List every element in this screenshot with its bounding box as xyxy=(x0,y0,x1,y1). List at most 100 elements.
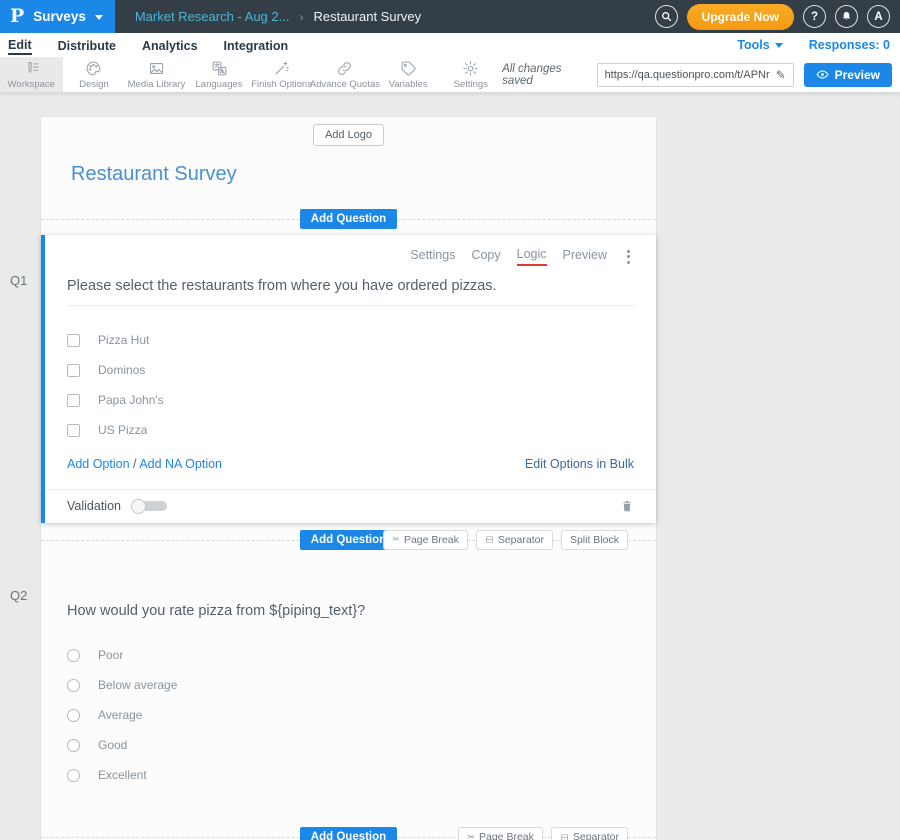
block-actions: ✂ Page Break Separator xyxy=(458,827,628,840)
toolbar-item-label: Languages xyxy=(196,79,243,90)
edit-url-icon[interactable]: ✎ xyxy=(774,68,793,82)
breadcrumb-separator-icon: › xyxy=(299,10,303,24)
survey-title[interactable]: Restaurant Survey xyxy=(71,163,656,186)
survey-nav: Edit Distribute Analytics Integration To… xyxy=(0,33,900,57)
topbar-actions: Upgrade Now ? A xyxy=(655,0,900,33)
answer-option-label[interactable]: Good xyxy=(98,738,127,752)
answer-option[interactable]: US Pizza xyxy=(67,415,634,445)
checkbox[interactable] xyxy=(67,394,80,407)
toolbar-item-workspace[interactable]: Workspace xyxy=(0,57,63,92)
answer-option[interactable]: Good xyxy=(67,730,630,760)
answer-option[interactable]: Below average xyxy=(67,670,630,700)
question-text-q2[interactable]: How would you rate pizza from ${piping_t… xyxy=(67,603,630,619)
question-copy-link[interactable]: Copy xyxy=(471,248,500,265)
toolbar-right: All changes saved ✎ Preview xyxy=(502,57,900,92)
checkbox[interactable] xyxy=(67,424,80,437)
survey-card: Add Logo Restaurant Survey Add Question … xyxy=(40,116,657,840)
question-footer: Validation xyxy=(45,489,656,523)
add-option-link[interactable]: Add Option xyxy=(67,457,130,471)
toolbar-item-design[interactable]: Design xyxy=(63,57,126,92)
nav-tab-distribute[interactable]: Distribute xyxy=(58,37,116,54)
help-button[interactable]: ? xyxy=(803,5,826,28)
question-block-q2[interactable]: How would you rate pizza from ${piping_t… xyxy=(41,556,656,820)
survey-url-input[interactable] xyxy=(598,69,774,81)
question-more-menu-icon[interactable] xyxy=(623,248,634,266)
nav-tab-integration[interactable]: Integration xyxy=(224,37,289,54)
upgrade-now-button[interactable]: Upgrade Now xyxy=(687,4,794,30)
toolbar-item-media-library[interactable]: Media Library xyxy=(125,57,188,92)
answer-option-label[interactable]: Average xyxy=(98,708,142,722)
add-question-button[interactable]: Add Question xyxy=(300,209,397,229)
radio-button[interactable] xyxy=(67,739,80,752)
search-button[interactable] xyxy=(655,5,678,28)
account-avatar[interactable]: A xyxy=(867,5,890,28)
add-question-row-3: Add Question ✂ Page Break Separator xyxy=(41,820,656,840)
question-text-q1[interactable]: Please select the restaurants from where… xyxy=(67,278,634,306)
answer-option-label[interactable]: Papa John's xyxy=(98,393,164,407)
question-settings-link[interactable]: Settings xyxy=(410,248,455,265)
answer-option[interactable]: Pizza Hut xyxy=(67,325,634,355)
radio-button[interactable] xyxy=(67,709,80,722)
answer-option[interactable]: Dominos xyxy=(67,355,634,385)
answer-option-label[interactable]: Dominos xyxy=(98,363,145,377)
block-actions: ✂ Page Break Separator Split Block xyxy=(383,530,628,550)
radio-button[interactable] xyxy=(67,769,80,782)
radio-button[interactable] xyxy=(67,679,80,692)
notifications-button[interactable] xyxy=(835,5,858,28)
toolbar-item-settings[interactable]: Settings xyxy=(439,57,502,92)
nav-tab-analytics[interactable]: Analytics xyxy=(142,37,198,54)
tools-menu[interactable]: Tools xyxy=(737,38,782,52)
question-preview-link[interactable]: Preview xyxy=(563,248,607,265)
answer-option-label[interactable]: Excellent xyxy=(98,768,147,782)
page-break-button[interactable]: ✂ Page Break xyxy=(458,827,542,840)
toolbar-item-advance-quotas[interactable]: Advance Quotas xyxy=(313,57,377,92)
separator-label: Separator xyxy=(498,534,544,546)
questionpro-logo: P xyxy=(10,7,24,26)
add-logo-button[interactable]: Add Logo xyxy=(313,124,384,146)
edit-toolbar: Workspace Design Media Library Languages… xyxy=(0,57,900,93)
question-logic-link[interactable]: Logic xyxy=(517,247,547,266)
page-break-button[interactable]: ✂ Page Break xyxy=(383,530,467,550)
split-block-label: Split Block xyxy=(570,534,619,546)
top-bar: P Surveys Market Research - Aug 2... › R… xyxy=(0,0,900,33)
nav-tab-edit[interactable]: Edit xyxy=(8,36,32,55)
add-na-option-link[interactable]: Add NA Option xyxy=(139,457,222,471)
answer-option[interactable]: Excellent xyxy=(67,760,630,790)
split-block-button[interactable]: Split Block xyxy=(561,530,628,550)
answer-options-q1: Pizza Hut Dominos Papa John's US Pizza xyxy=(67,325,634,445)
radio-button[interactable] xyxy=(67,649,80,662)
separator-label: Separator xyxy=(573,831,619,840)
answer-option-label[interactable]: US Pizza xyxy=(98,423,147,437)
eye-icon xyxy=(816,68,829,81)
delete-question-button[interactable] xyxy=(620,498,634,514)
toolbar-item-variables[interactable]: Variables xyxy=(377,57,440,92)
toolbar-item-finish-options[interactable]: Finish Options xyxy=(250,57,313,92)
separator-button[interactable]: Separator xyxy=(476,530,553,550)
answer-option-label[interactable]: Pizza Hut xyxy=(98,333,149,347)
edit-options-in-bulk-link[interactable]: Edit Options in Bulk xyxy=(525,457,634,471)
gear-icon xyxy=(462,60,479,77)
chevron-down-icon xyxy=(95,15,103,20)
survey-canvas: Q1 Q2 Add Logo Restaurant Survey Add Que… xyxy=(0,93,900,840)
image-icon xyxy=(148,60,165,77)
workspace-icon xyxy=(23,60,40,77)
validation-toggle[interactable] xyxy=(131,499,169,514)
toolbar-item-languages[interactable]: Languages xyxy=(188,57,251,92)
toolbar-item-label: Advance Quotas xyxy=(310,79,380,90)
app-logo-surveys-menu[interactable]: P Surveys xyxy=(0,0,115,33)
separator-button[interactable]: Separator xyxy=(551,827,628,840)
responses-count[interactable]: Responses: 0 xyxy=(809,38,890,52)
answer-options-q2: Poor Below average Average Good Excellen… xyxy=(67,640,630,790)
add-question-button[interactable]: Add Question xyxy=(300,827,397,840)
toolbar-item-label: Settings xyxy=(454,79,488,90)
answer-option[interactable]: Poor xyxy=(67,640,630,670)
preview-button[interactable]: Preview xyxy=(804,63,892,87)
checkbox[interactable] xyxy=(67,334,80,347)
option-actions-row: Add Option / Add NA Option Edit Options … xyxy=(67,445,634,489)
checkbox[interactable] xyxy=(67,364,80,377)
breadcrumb-parent[interactable]: Market Research - Aug 2... xyxy=(135,9,290,24)
answer-option[interactable]: Papa John's xyxy=(67,385,634,415)
answer-option-label[interactable]: Below average xyxy=(98,678,177,692)
answer-option-label[interactable]: Poor xyxy=(98,648,123,662)
answer-option[interactable]: Average xyxy=(67,700,630,730)
